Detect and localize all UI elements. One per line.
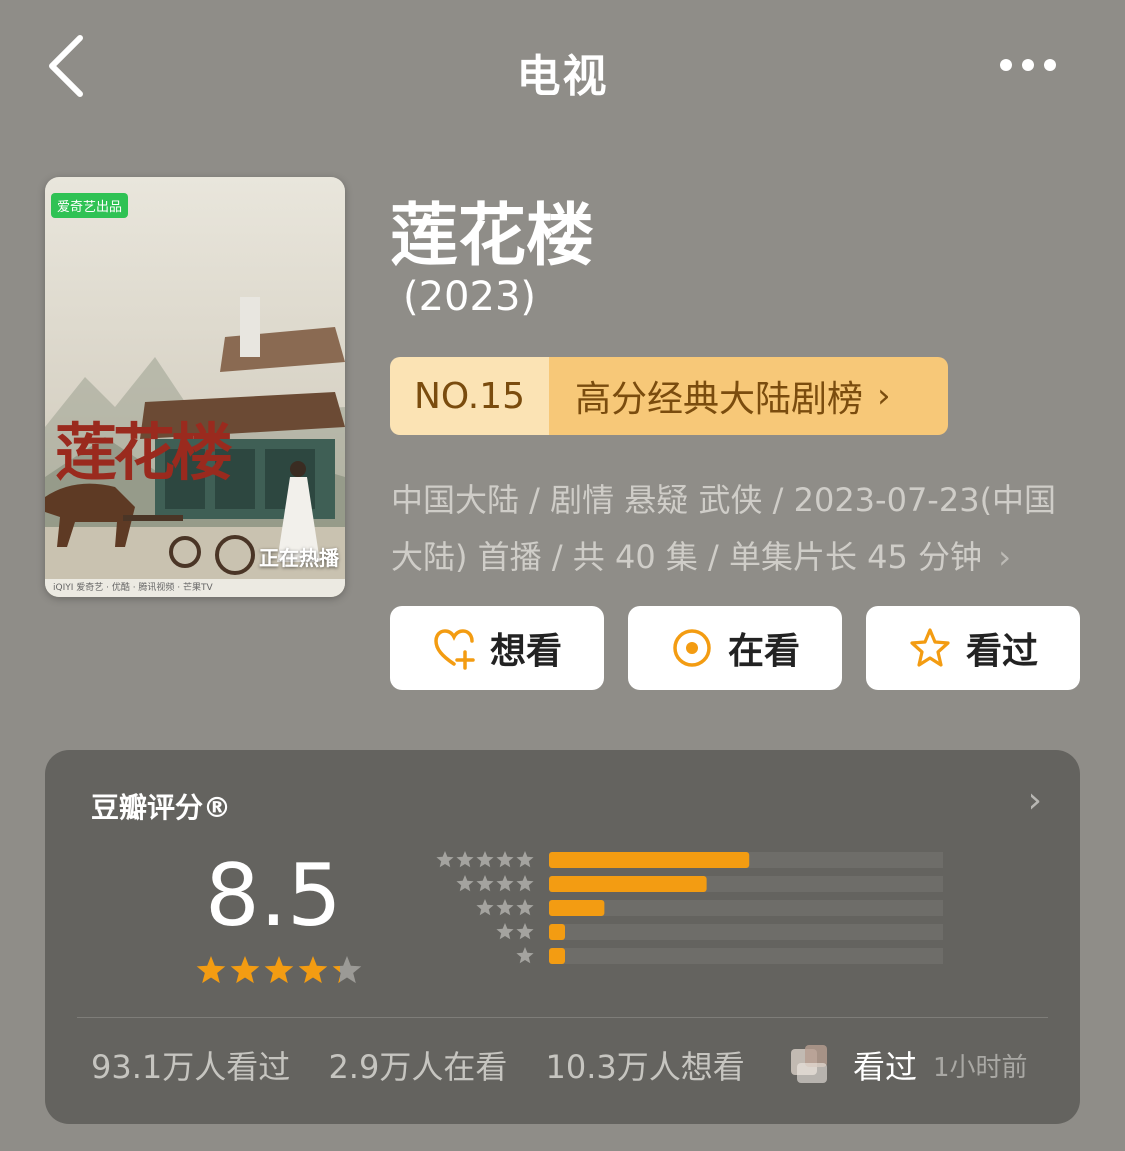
- meta-line: 大陆) 首播 / 共 40 集 / 单集片长 45 分钟 ›: [391, 529, 1091, 586]
- distribution-star-icon: [476, 875, 494, 892]
- want-to-watch-button[interactable]: 想看: [390, 606, 604, 690]
- poster-platform-logos: iQIYI 爱奇艺 · 优酷 · 腾讯视频 · 芒果TV: [45, 579, 345, 597]
- rating-star-icon: [332, 956, 362, 984]
- distribution-bar-2-star: [549, 924, 565, 940]
- distribution-star-icon: [496, 875, 514, 892]
- distribution-star-icon: [476, 851, 494, 868]
- rating-distribution: [436, 851, 943, 964]
- distribution-star-icon: [496, 899, 514, 916]
- star-outline-icon: [910, 628, 950, 667]
- distribution-star-icon: [516, 899, 534, 916]
- distribution-star-icon: [476, 899, 494, 916]
- distribution-star-icon: [516, 947, 534, 964]
- divider: [77, 1017, 1048, 1018]
- meta-line: 中国大陆 / 剧情 悬疑 武侠 / 2023-07-23(中国: [391, 481, 1057, 519]
- rating-star-icon: [196, 956, 226, 984]
- more-dot-icon: [1022, 59, 1034, 71]
- show-year: (2023): [403, 274, 537, 320]
- iqiyi-badge: 爱奇艺出品: [51, 193, 129, 218]
- distribution-star-icon: [516, 923, 534, 940]
- distribution-bar-1-star: [549, 948, 565, 964]
- poster-image[interactable]: 爱奇艺出品 莲花楼 正在热播 iQIYI 爱奇艺 · 优酷 · 腾讯视频 · 芒…: [45, 177, 345, 597]
- distribution-star-icon: [456, 851, 474, 868]
- more-options-button[interactable]: [1000, 56, 1070, 76]
- heart-plus-icon: [434, 629, 475, 670]
- rating-title: 豆瓣评分®: [91, 791, 232, 824]
- distribution-track: [549, 948, 943, 964]
- rank-list-name: 高分经典大陆剧榜 ›: [549, 357, 948, 435]
- rating-star-icon: [264, 956, 294, 984]
- target-icon: [673, 629, 711, 667]
- show-title: 莲花楼: [390, 197, 595, 276]
- watching-count: 2.9万人在看: [328, 1048, 508, 1086]
- ranking-banner[interactable]: NO.15 高分经典大陆剧榜 ›: [390, 357, 948, 435]
- distribution-star-icon: [516, 875, 534, 892]
- now-airing-label: 正在热播: [259, 546, 339, 570]
- friend-status: 看过: [853, 1048, 918, 1086]
- meta-line-text: 大陆) 首播 / 共 40 集 / 单集片长 45 分钟: [391, 538, 983, 576]
- douban-rating-card[interactable]: 豆瓣评分® › 8.5 93.1万人看过 2.9万人在看 10.3万人想看 看过…: [45, 750, 1080, 1124]
- watching-button[interactable]: 在看: [628, 606, 842, 690]
- distribution-track: [549, 924, 943, 940]
- want-count: 10.3万人想看: [545, 1048, 745, 1086]
- friend-activity[interactable]: 看过 1小时前: [791, 1042, 1028, 1088]
- rating-star-icon: [298, 956, 328, 984]
- action-buttons: 想看 在看 看过: [390, 606, 1080, 690]
- distribution-star-icon: [496, 923, 514, 940]
- page-title: 电视: [516, 51, 609, 102]
- chevron-right-icon: ›: [877, 376, 891, 416]
- friend-avatars: [791, 1045, 827, 1083]
- chevron-right-icon: ›: [998, 538, 1012, 576]
- more-dot-icon: [1044, 59, 1056, 71]
- friend-time: 1小时前: [933, 1052, 1028, 1083]
- watched-count: 93.1万人看过: [91, 1048, 291, 1086]
- show-meta-info[interactable]: 中国大陆 / 剧情 悬疑 武侠 / 2023-07-23(中国 大陆) 首播 /…: [391, 472, 1091, 586]
- rank-list-label: 高分经典大陆剧榜: [575, 379, 864, 420]
- rating-stars: [196, 956, 362, 984]
- want-label: 想看: [489, 631, 562, 672]
- rating-star-icon: [230, 956, 260, 984]
- watching-label: 在看: [727, 631, 800, 672]
- more-dot-icon: [1000, 59, 1012, 71]
- distribution-track: [549, 900, 943, 916]
- rank-number: NO.15: [390, 357, 549, 435]
- poster-calligraphy-title: 莲花楼: [55, 416, 233, 489]
- distribution-star-icon: [456, 875, 474, 892]
- distribution-bar-3-star: [549, 900, 605, 916]
- poster-artwork: [45, 177, 345, 597]
- rating-score: 8.5: [205, 846, 342, 946]
- distribution-star-icon: [436, 851, 454, 868]
- watched-label: 看过: [965, 631, 1038, 672]
- watched-button[interactable]: 看过: [866, 606, 1080, 690]
- distribution-star-icon: [496, 851, 514, 868]
- chevron-right-icon: ›: [1027, 780, 1042, 821]
- distribution-bar-4-star: [549, 876, 707, 892]
- distribution-bar-5-star: [549, 852, 750, 868]
- audience-counts: 93.1万人看过 2.9万人在看 10.3万人想看: [91, 1042, 773, 1088]
- nav-bar: 电视: [0, 0, 1125, 130]
- distribution-star-icon: [516, 851, 534, 868]
